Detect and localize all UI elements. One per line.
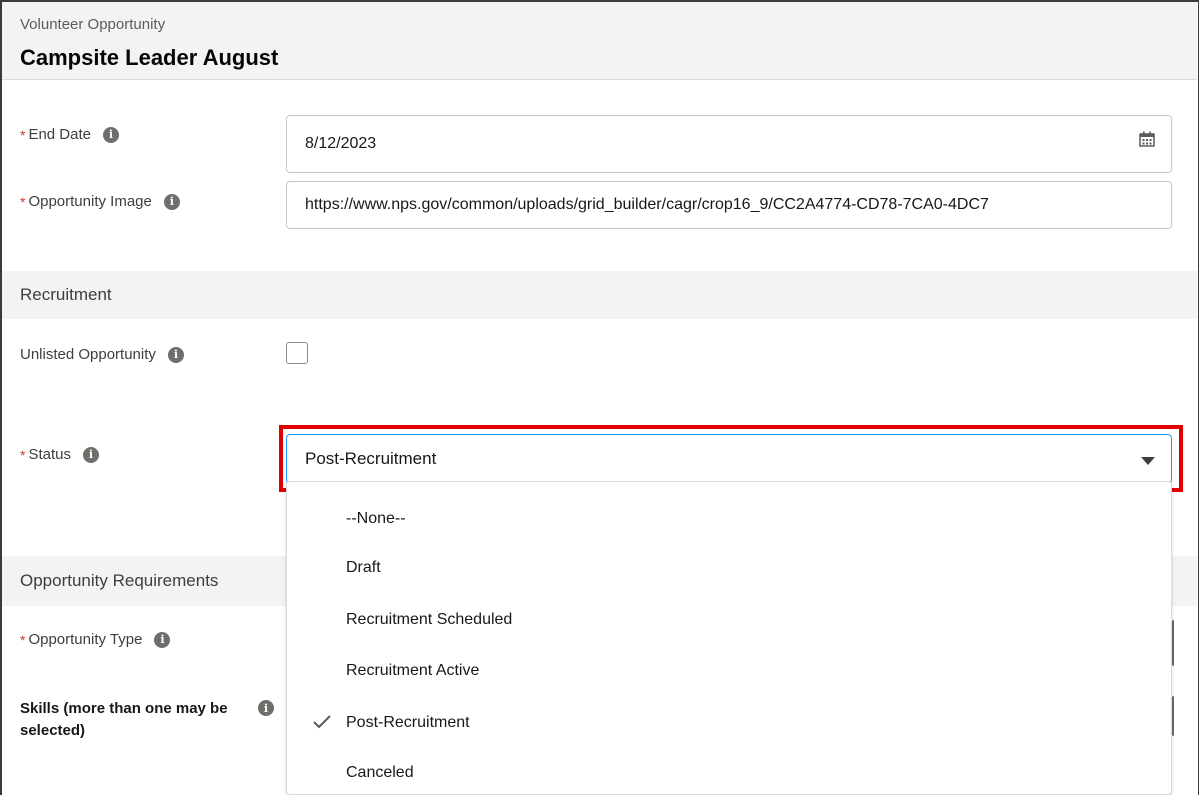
option-label: Post-Recruitment <box>346 714 470 731</box>
option-none[interactable]: --None-- <box>287 499 1171 539</box>
end-date-input[interactable]: 8/12/2023 <box>286 115 1172 173</box>
checkmark-icon <box>313 715 331 729</box>
option-recruitment-active[interactable]: Recruitment Active <box>287 651 1171 691</box>
option-label: Recruitment Scheduled <box>346 611 513 628</box>
end-date-label: * End Date i <box>20 126 119 143</box>
info-icon[interactable]: i <box>258 700 274 716</box>
info-icon[interactable]: i <box>82 446 99 463</box>
end-date-value: 8/12/2023 <box>305 135 377 152</box>
info-icon[interactable]: i <box>103 126 119 143</box>
end-date-label-text: End Date <box>28 126 91 143</box>
required-asterisk: * <box>20 126 26 143</box>
status-label-text: Status <box>28 446 71 463</box>
status-label: * Status i <box>20 446 99 463</box>
section-recruitment-title: Recruitment <box>20 285 112 304</box>
option-label: --None-- <box>346 510 406 527</box>
required-asterisk: * <box>20 446 26 463</box>
opportunity-image-label-text: Opportunity Image <box>28 193 152 210</box>
opportunity-image-value: https://www.nps.gov/common/uploads/grid_… <box>305 196 989 213</box>
skills-label-text: Skills (more than one may be selected) <box>20 700 228 739</box>
option-draft[interactable]: Draft <box>287 548 1171 588</box>
required-asterisk: * <box>20 193 26 210</box>
unlisted-opportunity-checkbox[interactable] <box>286 342 308 364</box>
status-dropdown-listbox[interactable]: --None-- Draft Recruitment Scheduled Rec… <box>286 481 1172 795</box>
record-header: Volunteer Opportunity Campsite Leader Au… <box>2 2 1197 80</box>
option-post-recruitment[interactable]: Post-Recruitment <box>287 703 1171 743</box>
calendar-icon[interactable] <box>1139 131 1155 147</box>
object-label: Volunteer Opportunity <box>20 16 166 33</box>
unlisted-opportunity-label: Unlisted Opportunity i <box>20 346 184 363</box>
option-canceled[interactable]: Canceled <box>287 753 1171 793</box>
skills-label: Skills (more than one may be selected) <box>20 698 260 742</box>
option-label: Draft <box>346 559 381 576</box>
option-label: Canceled <box>346 764 414 781</box>
page-title: Campsite Leader August <box>20 45 279 70</box>
opportunity-image-input[interactable]: https://www.nps.gov/common/uploads/grid_… <box>286 181 1172 229</box>
info-icon[interactable]: i <box>163 193 180 210</box>
opportunity-image-label: * Opportunity Image i <box>20 193 180 210</box>
unlisted-opportunity-label-text: Unlisted Opportunity <box>20 346 156 363</box>
info-icon[interactable]: i <box>154 631 171 648</box>
section-recruitment[interactable]: Recruitment <box>2 271 1197 319</box>
info-icon[interactable]: i <box>167 346 184 363</box>
option-label: Recruitment Active <box>346 662 480 679</box>
opportunity-type-label-text: Opportunity Type <box>28 631 143 648</box>
required-asterisk: * <box>20 631 26 648</box>
opportunity-type-label: * Opportunity Type i <box>20 631 171 648</box>
option-recruitment-scheduled[interactable]: Recruitment Scheduled <box>287 600 1171 640</box>
section-requirements-title: Opportunity Requirements <box>20 571 219 590</box>
